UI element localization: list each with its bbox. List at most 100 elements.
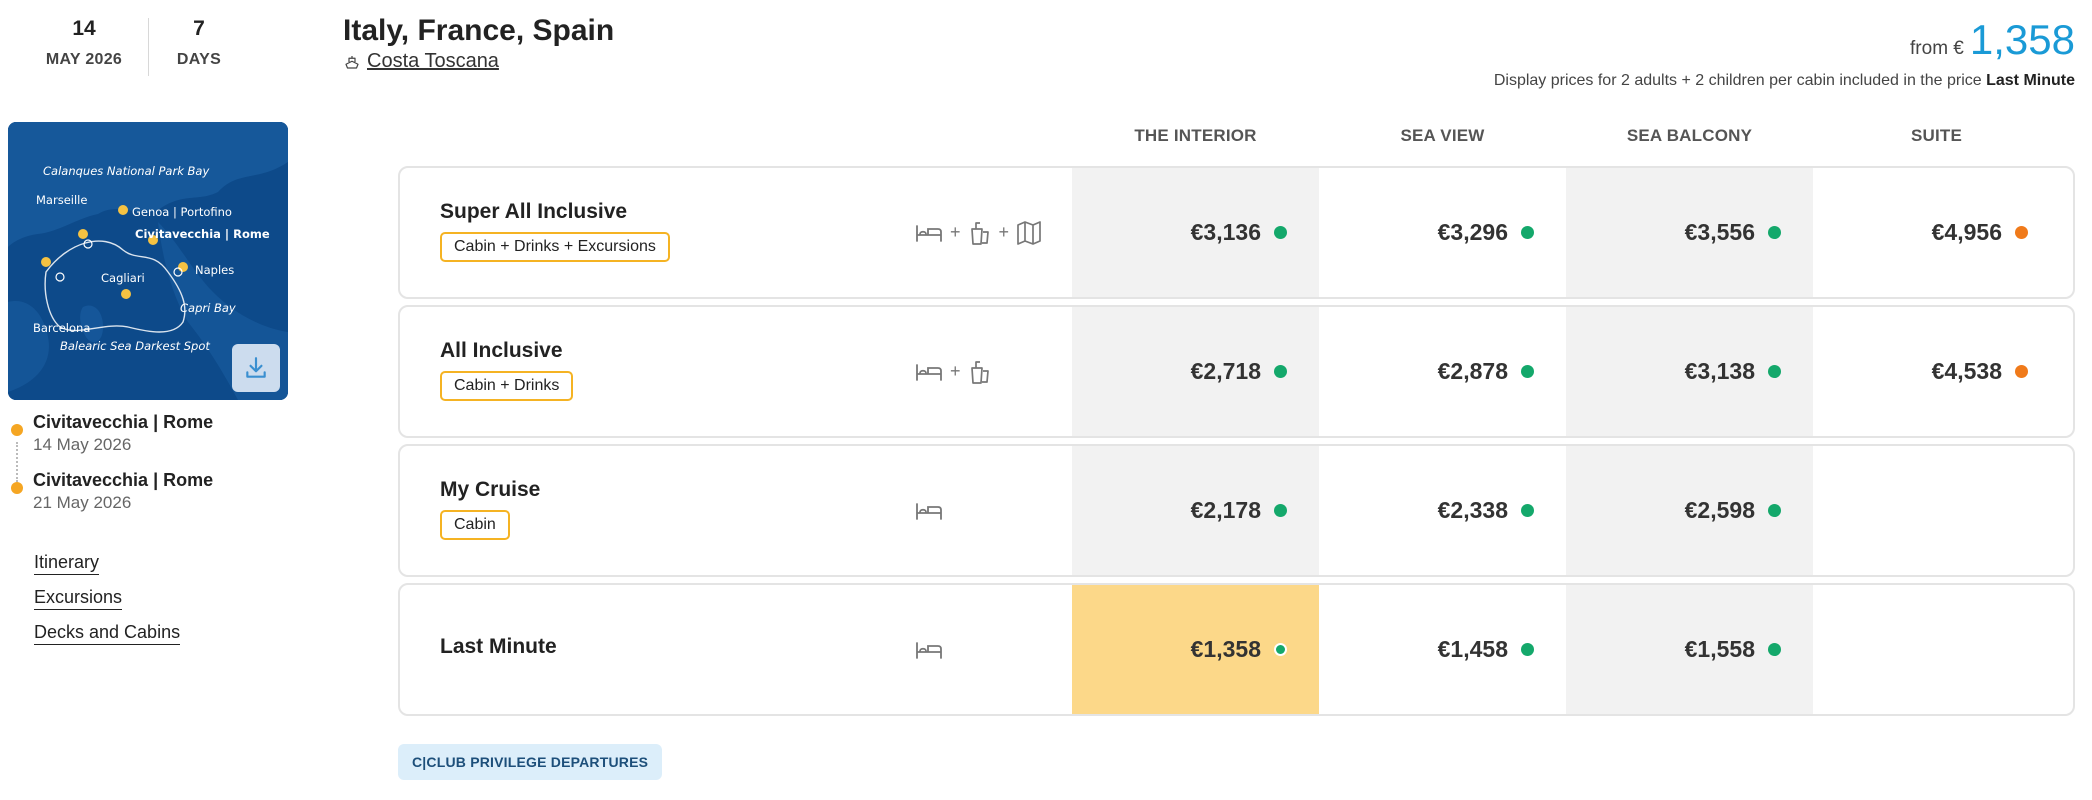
- departure-date: 14 MAY 2026: [20, 14, 148, 76]
- map-label-marseille: Marseille: [36, 193, 87, 207]
- from-price-label: from €: [1910, 38, 1964, 59]
- availability-dot-available: [1521, 226, 1534, 239]
- cclub-privilege-badge[interactable]: C|CLUB PRIVILEGE DEPARTURES: [398, 744, 663, 780]
- package-icons: [914, 446, 944, 575]
- duration-unit: DAYS: [176, 51, 222, 68]
- package-tag: Cabin + Drinks + Excursions: [440, 232, 670, 262]
- price-sea-view[interactable]: €2,878: [1319, 307, 1566, 436]
- price-suite[interactable]: €4,538: [1813, 307, 2060, 436]
- price-sea-balcony[interactable]: €1,558: [1566, 585, 1813, 714]
- price-sea-view[interactable]: €2,338: [1319, 446, 1566, 575]
- price-suite[interactable]: €4,956: [1813, 168, 2060, 297]
- download-icon: [246, 357, 266, 378]
- price-interior[interactable]: €2,178: [1072, 446, 1319, 575]
- availability-dot-available: [1274, 365, 1287, 378]
- route-port: Civitavecchia | Rome: [33, 412, 214, 432]
- price-value: €3,556: [1684, 219, 1755, 245]
- bed-icon: [916, 224, 942, 242]
- availability-dot-available: [1521, 365, 1534, 378]
- price-sea-view[interactable]: €1,458: [1319, 585, 1566, 714]
- departure-month-year: MAY 2026: [45, 51, 123, 68]
- fare-row-last-minute: Last Minute €1,358 €1,458 €1,558: [398, 583, 2075, 716]
- package-icons: +: [914, 307, 993, 436]
- date-duration-box: 14 MAY 2026 7 DAYS: [20, 14, 249, 76]
- price-value: €4,538: [1931, 358, 2002, 384]
- price-sea-balcony[interactable]: €2,598: [1566, 446, 1813, 575]
- route-summary: Civitavecchia | Rome 14 May 2026 Civitav…: [8, 410, 308, 526]
- availability-dot-limited: [2015, 365, 2028, 378]
- itinerary-map[interactable]: Calanques National Park Bay Marseille Ge…: [8, 122, 288, 400]
- route-stop-embark: Civitavecchia | Rome 14 May 2026: [8, 410, 308, 456]
- price-note-text: Display prices for 2 adults + 2 children…: [1493, 72, 1982, 89]
- price-value: €2,178: [1190, 497, 1261, 523]
- availability-dot-available: [1274, 643, 1287, 656]
- map-label-barcelona: Barcelona: [33, 321, 90, 335]
- link-decks-cabins[interactable]: Decks and Cabins: [34, 620, 181, 645]
- map-label-civitavecchia: Civitavecchia | Rome: [135, 227, 270, 241]
- cruise-title: Italy, France, Spain: [343, 14, 615, 47]
- map-icon: [1017, 220, 1041, 245]
- link-itinerary[interactable]: Itinerary: [34, 550, 100, 575]
- price-sea-balcony[interactable]: €3,138: [1566, 307, 1813, 436]
- map-label-capri: Capri Bay: [180, 301, 236, 315]
- column-header-suite: SUITE: [1910, 126, 1963, 145]
- price-value: €3,136: [1190, 219, 1261, 245]
- duration-value: 7: [193, 17, 205, 40]
- map-label-calanques: Calanques National Park Bay: [43, 164, 209, 178]
- plus-sign: +: [950, 361, 961, 381]
- availability-dot-available: [1768, 643, 1781, 656]
- from-price: from € 1,358: [1910, 16, 2075, 64]
- plus-sign: +: [998, 222, 1010, 242]
- package-name: Super All Inclusive: [440, 200, 628, 223]
- ship-name[interactable]: Costa Toscana: [367, 50, 499, 73]
- price-interior-selected[interactable]: €1,358: [1072, 585, 1319, 714]
- route-date: 14 May 2026: [33, 435, 132, 454]
- fare-row-all-inclusive: All Inclusive Cabin + Drinks + €2,718 €2…: [398, 305, 2075, 438]
- bed-icon: [916, 363, 942, 381]
- availability-dot-available: [1521, 504, 1534, 517]
- from-price-amount: 1,358: [1969, 16, 2075, 63]
- departure-day: 14: [72, 17, 96, 40]
- package-name: Last Minute: [440, 635, 557, 658]
- price-value: €1,358: [1190, 636, 1261, 662]
- column-header-sea-balcony: SEA BALCONY: [1626, 126, 1753, 145]
- price-note-rate: Last Minute: [1986, 72, 2075, 89]
- map-label-genoa: Genoa | Portofino: [132, 205, 232, 219]
- fare-table: Super All Inclusive Cabin + Drinks + Exc…: [398, 166, 2075, 722]
- map-pin-genoa: [118, 205, 128, 215]
- column-header-interior: THE INTERIOR: [1134, 126, 1257, 145]
- price-value: €3,138: [1684, 358, 1755, 384]
- map-pin-naples: [178, 262, 188, 272]
- package-tag: Cabin: [440, 510, 510, 540]
- availability-dot-available: [1274, 226, 1287, 239]
- ship-icon: [345, 55, 359, 69]
- availability-dot-available: [1768, 504, 1781, 517]
- price-value: €2,598: [1684, 497, 1755, 523]
- price-interior[interactable]: €2,718: [1072, 307, 1319, 436]
- ship-link[interactable]: Costa Toscana: [343, 50, 499, 73]
- availability-dot-limited: [2015, 226, 2028, 239]
- price-value: €4,956: [1931, 219, 2002, 245]
- price-sea-view[interactable]: €3,296: [1319, 168, 1566, 297]
- cruise-duration: 7 DAYS: [149, 14, 249, 76]
- price-value: €2,878: [1437, 358, 1508, 384]
- fare-row-my-cruise: My Cruise Cabin €2,178 €2,338 €2,598: [398, 444, 2075, 577]
- price-interior[interactable]: €3,136: [1072, 168, 1319, 297]
- price-value: €2,718: [1190, 358, 1261, 384]
- price-note: Display prices for 2 adults + 2 children…: [1494, 72, 2075, 90]
- price-value: €1,458: [1437, 636, 1508, 662]
- plus-sign: +: [950, 222, 961, 242]
- bed-icon: [916, 502, 942, 520]
- link-excursions[interactable]: Excursions: [34, 585, 123, 610]
- availability-dot-available: [1274, 504, 1287, 517]
- drinks-icon: [970, 360, 989, 384]
- package-name: All Inclusive: [440, 339, 563, 362]
- map-label-balearic: Balearic Sea Darkest Spot: [60, 339, 210, 353]
- price-sea-balcony[interactable]: €3,556: [1566, 168, 1813, 297]
- route-port: Civitavecchia | Rome: [33, 470, 214, 490]
- map-download-button[interactable]: [232, 344, 280, 392]
- side-links: Itinerary Excursions Decks and Cabins: [34, 550, 181, 655]
- route-date: 21 May 2026: [33, 493, 132, 512]
- column-header-sea-view: SEA VIEW: [1400, 126, 1485, 145]
- route-dot: [11, 424, 23, 436]
